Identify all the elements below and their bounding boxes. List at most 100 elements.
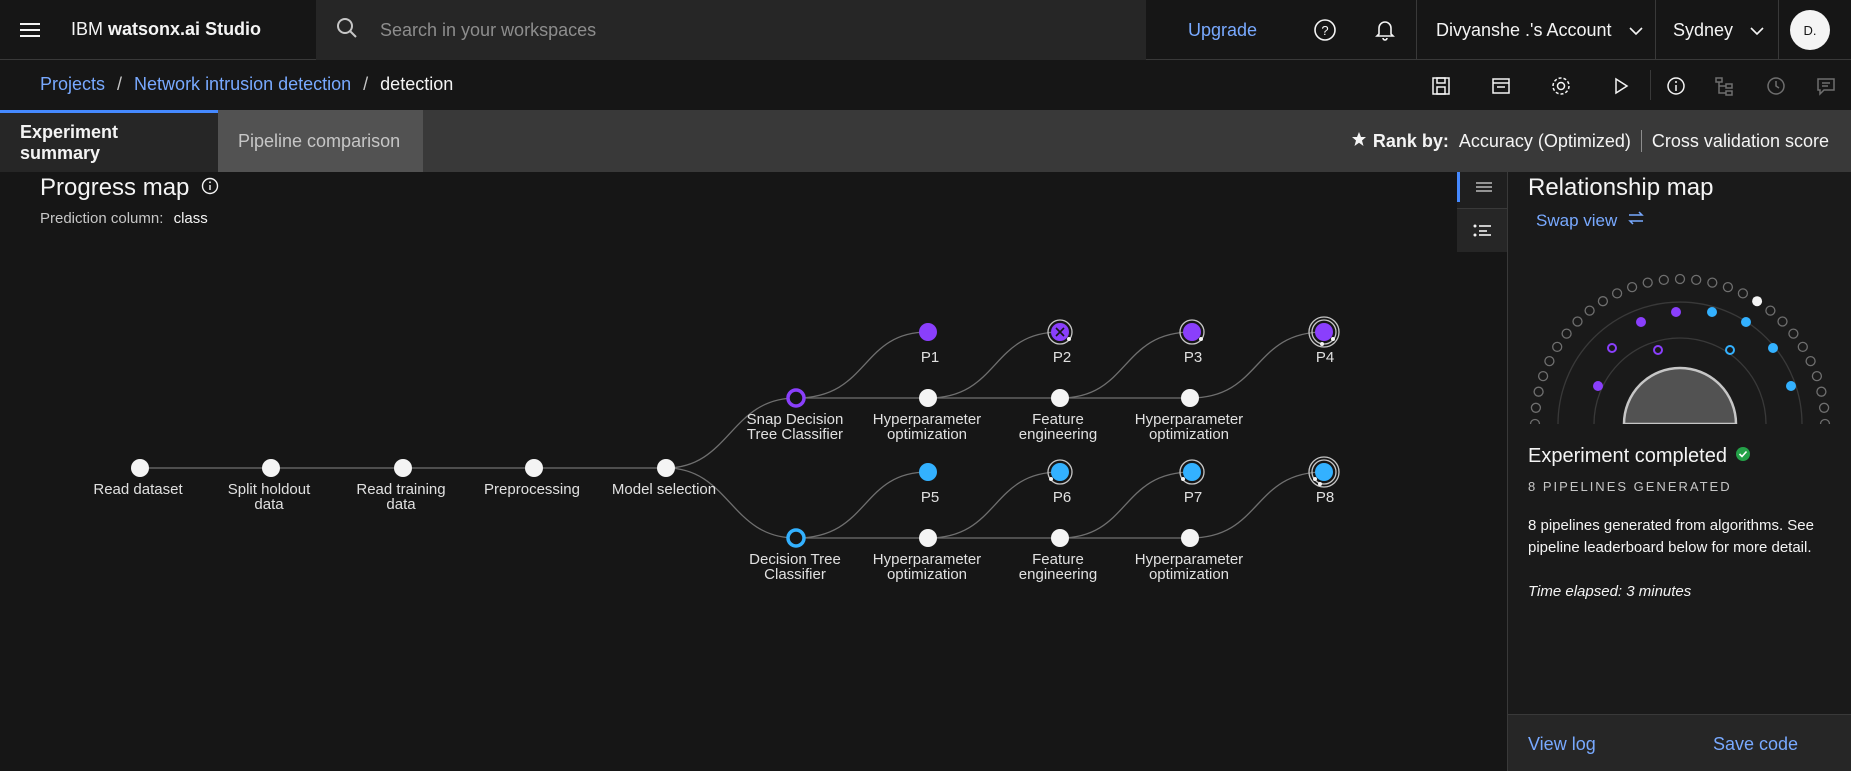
rank-score[interactable]: Cross validation score (1652, 131, 1829, 152)
details-view-icon[interactable] (1457, 208, 1507, 252)
algorithm-dot[interactable] (1737, 288, 1749, 299)
algorithm-dot[interactable] (1765, 305, 1776, 316)
view-log-link[interactable]: View log (1528, 734, 1596, 755)
algorithm-dot[interactable] (1537, 370, 1549, 382)
node-fe-b[interactable] (1051, 529, 1069, 547)
rm-pipeline-dot[interactable] (1725, 345, 1735, 355)
rm-pipeline-dot[interactable] (1593, 381, 1603, 391)
algorithm-dot[interactable] (1752, 296, 1763, 307)
breadcrumb-projects[interactable]: Projects (40, 74, 105, 95)
algorithm-dot[interactable] (1533, 386, 1544, 397)
algorithm-dot[interactable] (1811, 370, 1823, 382)
algorithm-dot[interactable] (1552, 341, 1563, 353)
algorithm-dot[interactable] (1797, 341, 1808, 353)
rm-pipeline-dot[interactable] (1707, 307, 1717, 317)
algorithm-dot[interactable] (1530, 402, 1542, 413)
upgrade-link[interactable]: Upgrade (1188, 20, 1257, 41)
rm-pipeline-dot[interactable] (1653, 345, 1663, 355)
label-hpo2-b: Hyperparameter optimization (1134, 551, 1244, 583)
node-read-training[interactable] (394, 459, 412, 477)
account-switcher[interactable]: Divyanshe .'s Account (1436, 20, 1643, 41)
panel-footer: View log Save code (1508, 714, 1851, 771)
algorithm-dot[interactable] (1544, 355, 1555, 367)
view-toggle (1457, 172, 1507, 252)
search-bar[interactable]: Search in your workspaces (316, 0, 1146, 60)
avatar[interactable]: D. (1790, 10, 1830, 50)
node-hpo1-b[interactable] (919, 529, 937, 547)
node-read-dataset[interactable] (131, 459, 149, 477)
node-dt[interactable] (786, 528, 806, 548)
algorithm-dot[interactable] (1805, 355, 1816, 367)
algorithm-dot[interactable] (1816, 386, 1827, 397)
algorithm-dot[interactable] (1818, 402, 1830, 413)
pipeline-p7[interactable] (1179, 459, 1205, 485)
search-input[interactable]: Search in your workspaces (380, 20, 596, 41)
region-name: Sydney (1673, 20, 1734, 40)
rm-pipeline-dot[interactable] (1768, 343, 1778, 353)
node-preprocessing[interactable] (525, 459, 543, 477)
algorithm-dot[interactable] (1529, 418, 1541, 425)
algorithm-dot[interactable] (1626, 281, 1638, 293)
node-snap-dt[interactable] (786, 388, 806, 408)
pipeline-p3[interactable] (1179, 319, 1205, 345)
notebook-icon[interactable] (1487, 72, 1515, 100)
comment-icon[interactable] (1812, 72, 1840, 100)
label-p1: P1 (920, 349, 940, 366)
save-code-link[interactable]: Save code (1713, 734, 1798, 755)
tab-pipeline-comparison[interactable]: Pipeline comparison (218, 110, 423, 172)
notification-icon[interactable] (1370, 15, 1400, 45)
info-icon[interactable] (1662, 72, 1690, 100)
node-hpo1-a[interactable] (919, 389, 937, 407)
rm-pipeline-dot[interactable] (1671, 307, 1681, 317)
list-view-icon[interactable] (1457, 172, 1507, 202)
label-p4: P4 (1315, 349, 1335, 366)
product-name[interactable]: IBM watsonx.ai Studio (60, 19, 315, 40)
rm-pipeline-dot[interactable] (1741, 317, 1751, 327)
rank-metric[interactable]: Accuracy (Optimized) (1459, 131, 1631, 152)
algorithm-dot[interactable] (1597, 296, 1609, 307)
lineage-icon[interactable] (1710, 72, 1738, 100)
pipeline-p2[interactable] (1047, 319, 1073, 345)
algorithm-dot[interactable] (1777, 316, 1788, 327)
rm-pipeline-dot[interactable] (1636, 317, 1646, 327)
node-fe-a[interactable] (1051, 389, 1069, 407)
menu-icon[interactable] (0, 0, 60, 60)
brand-name: watsonx.ai Studio (108, 19, 262, 39)
label-hpo1-b: Hyperparameter optimization (872, 551, 982, 583)
algorithm-dot[interactable] (1707, 277, 1718, 288)
region-switcher[interactable]: Sydney (1673, 20, 1764, 41)
label-read-dataset: Read dataset (93, 481, 183, 498)
pipeline-p5[interactable] (919, 463, 937, 481)
swap-view-link[interactable]: Swap view (1536, 210, 1645, 231)
algorithm-dot[interactable] (1819, 418, 1831, 425)
help-icon[interactable]: ? (1310, 15, 1340, 45)
algorithm-dot[interactable] (1611, 288, 1623, 299)
algorithm-dot[interactable] (1584, 305, 1595, 316)
algorithm-dot[interactable] (1642, 277, 1653, 288)
rm-pipeline-dot[interactable] (1607, 343, 1617, 353)
pipeline-p6[interactable] (1047, 459, 1073, 485)
divider (1778, 0, 1779, 60)
brand-prefix: IBM (71, 19, 104, 39)
rm-pipeline-dot[interactable] (1786, 381, 1796, 391)
algorithm-dot[interactable] (1722, 281, 1734, 293)
node-hpo2-b[interactable] (1181, 529, 1199, 547)
history-icon[interactable] (1762, 72, 1790, 100)
node-model-selection[interactable] (657, 459, 675, 477)
save-icon[interactable] (1427, 72, 1455, 100)
tab-experiment-summary[interactable]: Experiment summary (0, 110, 218, 172)
label-p3: P3 (1183, 349, 1203, 366)
algorithm-dot[interactable] (1674, 273, 1686, 285)
node-split-holdout[interactable] (262, 459, 280, 477)
breadcrumb-project[interactable]: Network intrusion detection (134, 74, 351, 95)
settings-icon[interactable] (1547, 72, 1575, 100)
algorithm-dot[interactable] (1691, 274, 1702, 286)
label-p7: P7 (1183, 489, 1203, 506)
algorithm-dot[interactable] (1658, 274, 1669, 286)
algorithm-dot[interactable] (1572, 316, 1583, 327)
pipeline-p1[interactable] (919, 323, 937, 341)
run-icon[interactable] (1607, 72, 1635, 100)
node-hpo2-a[interactable] (1181, 389, 1199, 407)
algorithm-dot[interactable] (1788, 328, 1799, 339)
algorithm-dot[interactable] (1561, 328, 1572, 339)
